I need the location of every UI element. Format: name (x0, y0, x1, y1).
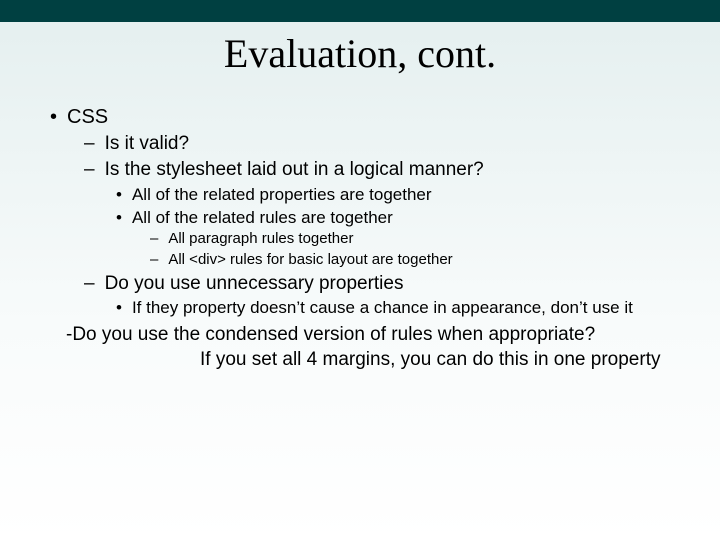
bullet-stylesheet-logical: Is the stylesheet laid out in a logical … (84, 158, 700, 182)
bullet-text: Is the stylesheet laid out in a logical … (105, 158, 700, 182)
bullet-css: CSS (50, 105, 700, 130)
disc-icon (116, 297, 122, 318)
bullet-text: All <div> rules for basic layout are tog… (168, 251, 700, 270)
dash-icon (150, 230, 158, 249)
dash-icon (84, 132, 95, 156)
bullet-related-properties: All of the related properties are togeth… (116, 184, 700, 205)
disc-icon (116, 184, 122, 205)
slide-body: CSS Is it valid? Is the stylesheet laid … (0, 105, 720, 372)
bullet-paragraph-rules: All paragraph rules together (150, 230, 700, 249)
dash-icon (150, 251, 158, 270)
bullet-related-rules: All of the related rules are together (116, 207, 700, 228)
disc-icon (116, 207, 122, 228)
bullet-text: All of the related rules are together (132, 207, 700, 228)
bullet-text: -Do you use the condensed version of rul… (66, 324, 595, 345)
slide-title: Evaluation, cont. (0, 30, 720, 77)
bullet-condensed-version: -Do you use the condensed version of rul… (66, 323, 700, 347)
bullet-div-rules: All <div> rules for basic layout are tog… (150, 251, 700, 270)
bullet-text: If they property doesn’t cause a chance … (132, 297, 700, 318)
bullet-text: CSS (67, 105, 700, 130)
bullet-text: All of the related properties are togeth… (132, 184, 700, 205)
bullet-text: Do you use unnecessary properties (105, 272, 700, 296)
bullet-text: All paragraph rules together (168, 230, 700, 249)
bullet-no-appearance-change: If they property doesn’t cause a chance … (116, 297, 700, 318)
bullet-is-valid: Is it valid? (84, 132, 700, 156)
bullet-text: Is it valid? (105, 132, 700, 156)
bullet-four-margins: If you set all 4 margins, you can do thi… (200, 348, 700, 372)
bullet-unnecessary-properties: Do you use unnecessary properties (84, 272, 700, 296)
disc-icon (50, 105, 57, 130)
top-bar (0, 0, 720, 22)
dash-icon (84, 158, 95, 182)
bullet-text: If you set all 4 margins, you can do thi… (200, 349, 660, 370)
dash-icon (84, 272, 95, 296)
